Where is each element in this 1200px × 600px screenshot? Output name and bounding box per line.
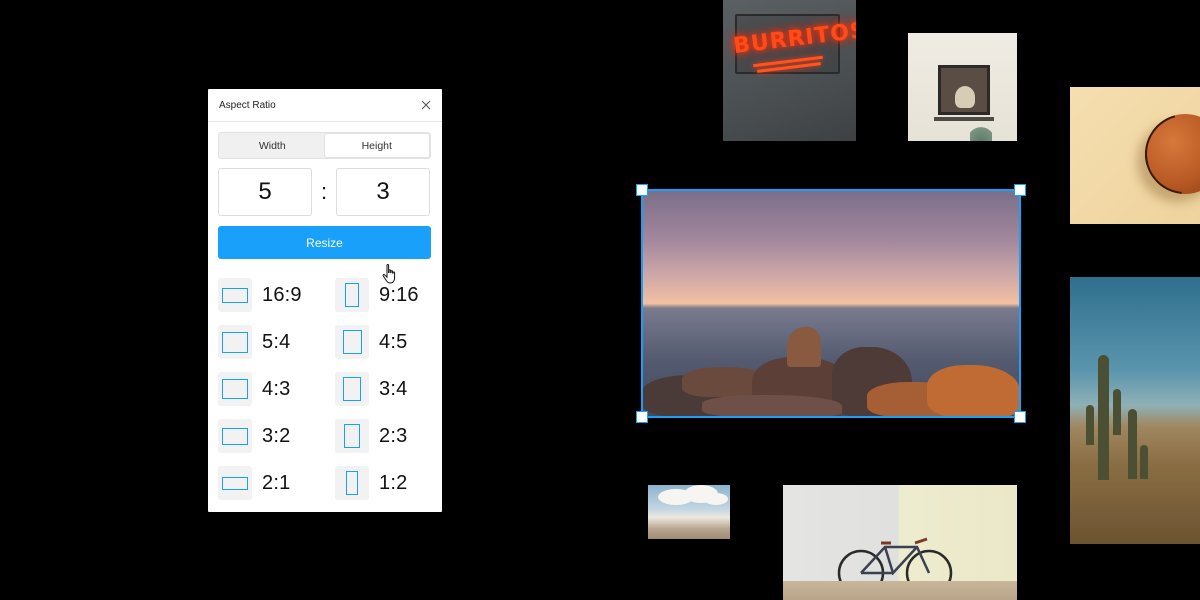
hand-cursor-icon — [382, 263, 396, 284]
beach-photo[interactable] — [648, 485, 730, 539]
aspect-ratio-panel: Aspect Ratio Width Height : Resize 16:9 9… — [208, 89, 442, 512]
landscape-ratio-icon — [218, 372, 252, 406]
ratio-height-input[interactable] — [336, 168, 430, 216]
preset-label: 3:4 — [379, 377, 408, 400]
preset-label: 2:3 — [379, 424, 408, 447]
preset-label: 3:2 — [262, 424, 291, 447]
preset-label: 16:9 — [262, 283, 302, 306]
window-frame — [938, 65, 990, 115]
resize-button[interactable]: Resize — [218, 226, 431, 259]
portrait-ratio-icon — [335, 466, 369, 500]
preset-label: 1:2 — [379, 471, 408, 494]
preset-4-5[interactable]: 4:5 — [335, 325, 407, 359]
ground — [783, 581, 1017, 600]
preset-label: 4:3 — [262, 377, 291, 400]
cactus-arm — [1086, 405, 1094, 445]
landscape-ratio-icon — [218, 419, 252, 453]
preset-label: 2:1 — [262, 471, 291, 494]
preset-2-1[interactable]: 2:1 — [218, 466, 290, 500]
cloud — [704, 493, 728, 505]
bicycle-photo[interactable] — [783, 485, 1017, 600]
sea-sunset-photo[interactable] — [642, 190, 1020, 417]
width-height-toggle: Width Height — [218, 132, 431, 159]
neon-sign-photo[interactable]: BURRITOS — [723, 0, 856, 141]
agave-plant — [970, 121, 992, 141]
basketball-photo[interactable] — [1070, 87, 1200, 224]
cactus — [1098, 355, 1109, 480]
preset-4-3[interactable]: 4:3 — [218, 372, 290, 406]
close-icon[interactable] — [419, 98, 433, 112]
preset-16-9[interactable]: 16:9 — [218, 278, 302, 312]
cactus — [1128, 409, 1137, 479]
landscape-ratio-icon — [218, 466, 252, 500]
ratio-inputs: : — [218, 168, 431, 216]
portrait-ratio-icon — [335, 278, 369, 312]
toggle-height[interactable]: Height — [324, 134, 429, 157]
ratio-width-input[interactable] — [218, 168, 312, 216]
preset-9-16[interactable]: 9:16 — [335, 278, 419, 312]
ball-seam — [1128, 97, 1200, 211]
preset-3-4[interactable]: 3:4 — [335, 372, 407, 406]
panel-header: Aspect Ratio — [208, 89, 442, 122]
cactus — [1140, 445, 1148, 479]
portrait-ratio-icon — [335, 325, 369, 359]
window-photo[interactable] — [908, 33, 1017, 141]
preset-label: 4:5 — [379, 330, 408, 353]
toggle-width[interactable]: Width — [220, 134, 325, 157]
rocks — [642, 327, 1020, 417]
portrait-ratio-icon — [335, 419, 369, 453]
preset-2-3[interactable]: 2:3 — [335, 419, 407, 453]
panel-title: Aspect Ratio — [219, 99, 276, 111]
cactus-arm — [1113, 389, 1121, 435]
landscape-ratio-icon — [218, 325, 252, 359]
preset-label: 5:4 — [262, 330, 291, 353]
preset-1-2[interactable]: 1:2 — [335, 466, 407, 500]
person-hat — [955, 86, 975, 108]
preset-5-4[interactable]: 5:4 — [218, 325, 290, 359]
preset-3-2[interactable]: 3:2 — [218, 419, 290, 453]
portrait-ratio-icon — [335, 372, 369, 406]
preset-label: 9:16 — [379, 283, 419, 306]
cactus-photo[interactable] — [1070, 277, 1200, 544]
landscape-ratio-icon — [218, 278, 252, 312]
ratio-separator: : — [320, 179, 328, 204]
